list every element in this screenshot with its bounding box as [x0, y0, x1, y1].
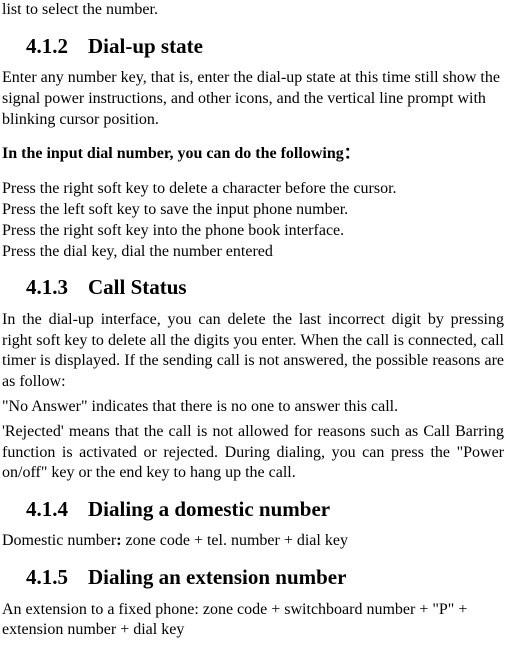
call-status-para3: 'Rejected' means that the call is not al…: [2, 422, 504, 484]
section-number: 4.1.3: [26, 274, 68, 301]
instruction-item: Press the left soft key to save the inpu…: [2, 200, 504, 221]
section-number: 4.1.2: [26, 33, 68, 60]
section-title: Dial-up state: [88, 34, 203, 58]
heading-dial-up-state: 4.1.2 Dial-up state: [2, 33, 504, 60]
instruction-item: Press the dial key, dial the number ente…: [2, 242, 504, 263]
section-number: 4.1.5: [26, 564, 68, 591]
extension-number-line: An extension to a fixed phone: zone code…: [2, 600, 504, 642]
domestic-number-line: Domestic number: zone code + tel. number…: [2, 531, 504, 552]
fragment-previous-page: list to select the number.: [2, 0, 504, 21]
call-status-para1: In the dial-up interface, you can delete…: [2, 310, 504, 393]
instruction-item: Press the right soft key to delete a cha…: [2, 179, 504, 200]
heading-dialing-domestic: 4.1.4 Dialing a domestic number: [2, 496, 504, 523]
dial-up-state-bold-lead: In the input dial number, you can do the…: [2, 144, 504, 165]
section-title: Call Status: [88, 275, 187, 299]
section-number: 4.1.4: [26, 496, 68, 523]
dial-up-state-intro: Enter any number key, that is, enter the…: [2, 68, 504, 130]
heading-call-status: 4.1.3 Call Status: [2, 274, 504, 301]
instruction-item: Press the right soft key into the phone …: [2, 221, 504, 242]
section-title: Dialing an extension number: [88, 565, 346, 589]
section-title: Dialing a domestic number: [88, 497, 330, 521]
heading-dialing-extension: 4.1.5 Dialing an extension number: [2, 564, 504, 591]
call-status-para2: "No Answer" indicates that there is no o…: [2, 397, 504, 418]
dial-up-instructions-list: Press the right soft key to delete a cha…: [2, 179, 504, 262]
